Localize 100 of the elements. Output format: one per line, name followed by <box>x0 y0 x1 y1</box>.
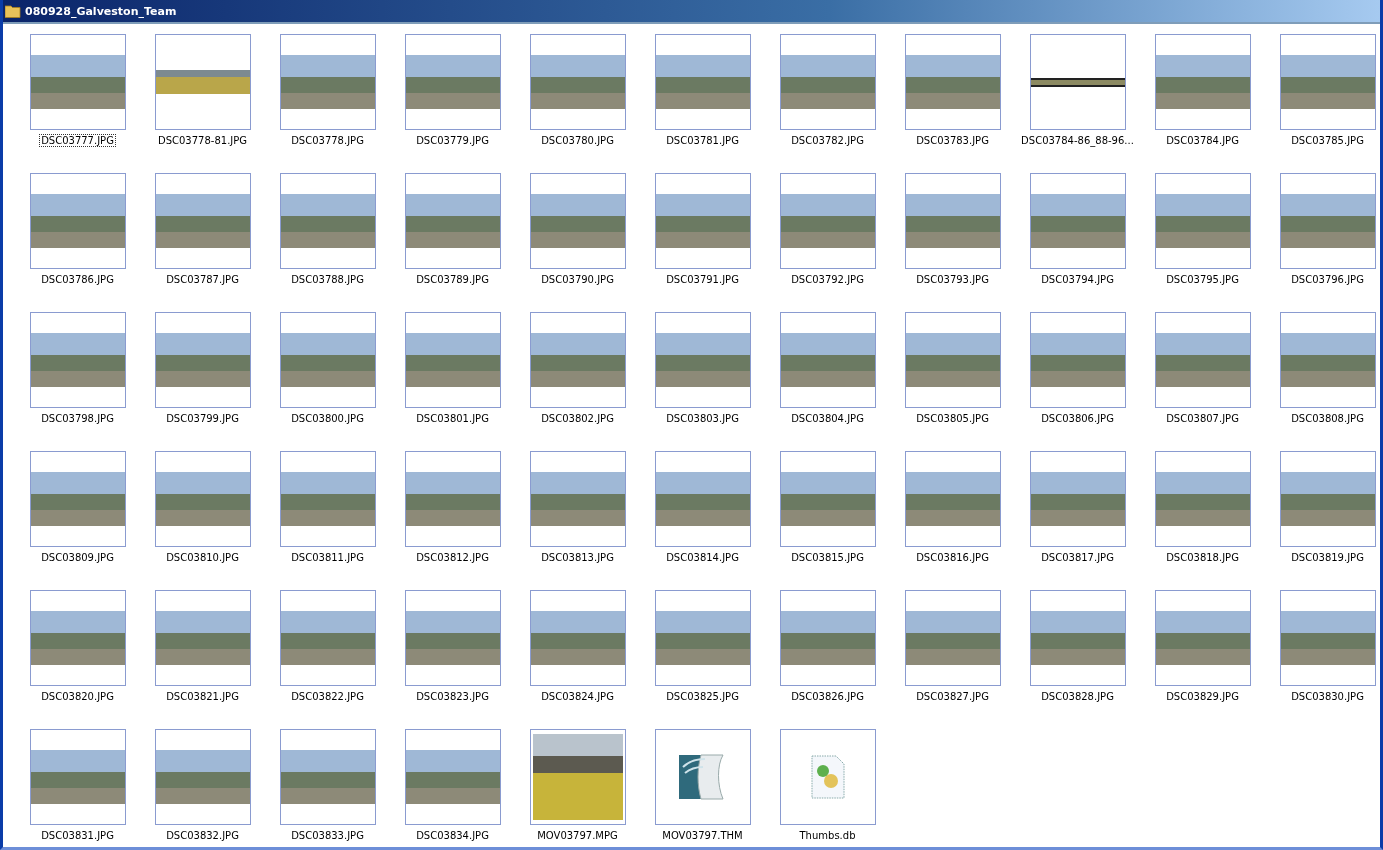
file-name: DSC03780.JPG <box>540 134 615 147</box>
file-name: DSC03795.JPG <box>1165 273 1240 286</box>
file-name: DSC03834.JPG <box>415 829 490 842</box>
file-name: DSC03813.JPG <box>540 551 615 564</box>
thumbnail-frame[interactable] <box>1279 312 1376 408</box>
thumbnail-frame[interactable] <box>779 451 876 547</box>
thumbnail-frame[interactable] <box>1154 173 1251 269</box>
thumbnail-frame[interactable] <box>404 312 501 408</box>
thumbnail-frame[interactable] <box>404 173 501 269</box>
file-name: DSC03833.JPG <box>290 829 365 842</box>
thumbnail-frame[interactable] <box>904 451 1001 547</box>
thumbnail-frame[interactable] <box>1029 34 1126 130</box>
thumbnail-frame[interactable] <box>1279 451 1376 547</box>
file-name: DSC03804.JPG <box>790 412 865 425</box>
thumbnail-frame[interactable] <box>1154 34 1251 130</box>
file-name: DSC03781.JPG <box>665 134 740 147</box>
thumbnail-frame[interactable] <box>1154 451 1251 547</box>
thumbnail-frame[interactable] <box>29 590 126 686</box>
thumbnail-frame[interactable] <box>654 451 751 547</box>
thumbnail-frame[interactable] <box>279 34 376 130</box>
thumbnail-frame[interactable] <box>1029 590 1126 686</box>
thumbnail-frame[interactable] <box>279 590 376 686</box>
thumbnail-frame[interactable] <box>29 173 126 269</box>
file-name: DSC03792.JPG <box>790 273 865 286</box>
file-name: DSC03801.JPG <box>415 412 490 425</box>
file-name: DSC03821.JPG <box>165 690 240 703</box>
thumbnail-frame[interactable] <box>529 173 626 269</box>
thumbnail-frame[interactable] <box>529 34 626 130</box>
thumbnail-frame[interactable] <box>654 34 751 130</box>
file-name: DSC03779.JPG <box>415 134 490 147</box>
file-name: DSC03824.JPG <box>540 690 615 703</box>
file-name: DSC03810.JPG <box>165 551 240 564</box>
thumbnail-frame[interactable] <box>1029 312 1126 408</box>
thumbnail-frame[interactable] <box>1279 34 1376 130</box>
file-name: DSC03784.JPG <box>1165 134 1240 147</box>
thumbnail-frame[interactable] <box>154 590 251 686</box>
thumbnail-frame[interactable] <box>904 590 1001 686</box>
thumbnail-frame[interactable] <box>154 729 251 825</box>
file-name: DSC03793.JPG <box>915 273 990 286</box>
thumbnail-frame[interactable] <box>154 451 251 547</box>
thumbnail-frame[interactable] <box>1279 173 1376 269</box>
thumbnail-frame[interactable] <box>779 590 876 686</box>
thumbnail-frame[interactable] <box>904 173 1001 269</box>
thumbnail-frame[interactable] <box>529 451 626 547</box>
thumbnail-frame[interactable] <box>654 312 751 408</box>
thumbnail-frame[interactable] <box>779 312 876 408</box>
file-name: DSC03778-81.JPG <box>156 134 249 147</box>
thumbnail-frame[interactable] <box>1029 173 1126 269</box>
thumbnail-frame[interactable] <box>154 312 251 408</box>
file-name: DSC03822.JPG <box>290 690 365 703</box>
file-name: DSC03807.JPG <box>1165 412 1240 425</box>
thumbnail-frame[interactable] <box>404 34 501 130</box>
file-name: DSC03828.JPG <box>1040 690 1115 703</box>
document-icon <box>810 755 845 799</box>
file-name: DSC03777.JPG <box>39 134 116 147</box>
thumbnail-frame[interactable] <box>1154 590 1251 686</box>
file-name: DSC03785.JPG <box>1290 134 1365 147</box>
thumbnail-frame[interactable] <box>529 312 626 408</box>
file-name: DSC03794.JPG <box>1040 273 1115 286</box>
file-name: DSC03832.JPG <box>165 829 240 842</box>
file-name: DSC03831.JPG <box>40 829 115 842</box>
file-name: DSC03784-86_88-96... <box>1020 134 1135 147</box>
thumbnail-frame[interactable] <box>1279 590 1376 686</box>
thumbnail-frame[interactable] <box>404 590 501 686</box>
file-name: DSC03806.JPG <box>1040 412 1115 425</box>
file-name: DSC03830.JPG <box>1290 690 1365 703</box>
file-name: DSC03826.JPG <box>790 690 865 703</box>
file-name: DSC03778.JPG <box>290 134 365 147</box>
thumbnail-frame[interactable] <box>154 34 251 130</box>
thumbnail-frame[interactable] <box>404 729 501 825</box>
file-name: DSC03827.JPG <box>915 690 990 703</box>
thumbnail-frame[interactable] <box>279 729 376 825</box>
thumbnail-frame[interactable] <box>279 312 376 408</box>
thumbnail-frame[interactable] <box>154 173 251 269</box>
file-name: DSC03820.JPG <box>40 690 115 703</box>
file-name: DSC03829.JPG <box>1165 690 1240 703</box>
file-name: DSC03788.JPG <box>290 273 365 286</box>
thumbnail-frame[interactable] <box>529 590 626 686</box>
thumbnail-frame[interactable] <box>29 729 126 825</box>
thumbnail-frame[interactable] <box>904 34 1001 130</box>
thumbnail-frame[interactable] <box>654 590 751 686</box>
thumbnail-frame[interactable] <box>779 34 876 130</box>
file-name: DSC03809.JPG <box>40 551 115 564</box>
file-name: DSC03802.JPG <box>540 412 615 425</box>
thumbnail-frame[interactable] <box>279 173 376 269</box>
thumbnail-frame[interactable] <box>29 312 126 408</box>
thumbnail-frame[interactable] <box>1154 312 1251 408</box>
file-name: DSC03791.JPG <box>665 273 740 286</box>
thumbnail-frame[interactable] <box>904 312 1001 408</box>
thumbnail-frame[interactable] <box>279 451 376 547</box>
file-name: DSC03783.JPG <box>915 134 990 147</box>
thumbnail-frame[interactable] <box>779 729 876 825</box>
thumbnail-frame[interactable] <box>404 451 501 547</box>
file-name: DSC03782.JPG <box>790 134 865 147</box>
thumbnail-frame[interactable] <box>654 729 751 825</box>
thumbnail-frame[interactable] <box>1029 451 1126 547</box>
thumbnail-frame[interactable] <box>654 173 751 269</box>
thumbnail-frame[interactable] <box>29 34 126 130</box>
thumbnail-frame[interactable] <box>29 451 126 547</box>
thumbnail-frame[interactable] <box>779 173 876 269</box>
